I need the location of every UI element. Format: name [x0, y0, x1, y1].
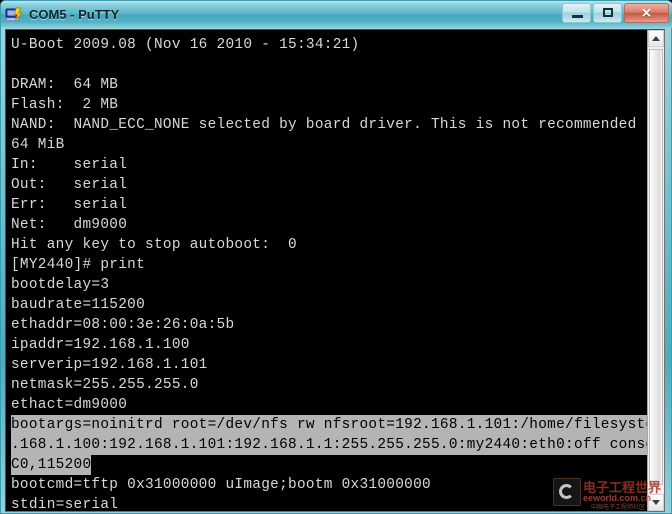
close-icon: ✕: [641, 5, 652, 21]
terminal-line: Net: dm9000: [11, 217, 128, 233]
close-button[interactable]: ✕: [624, 3, 669, 23]
terminal-line: ethaddr=08:00:3e:26:0a:5b: [11, 317, 235, 333]
terminal-line: Flash: 2 MB: [11, 97, 119, 113]
scroll-up-arrow-icon[interactable]: [648, 30, 664, 47]
terminal-line: bootdelay=3: [11, 277, 110, 293]
minimize-icon: [572, 15, 583, 18]
title-bar[interactable]: COM5 - PuTTY ✕: [1, 1, 672, 28]
terminal-output-top: U-Boot 2009.08 (Nov 16 2010 - 15:34:21) …: [11, 35, 647, 415]
terminal-frame: U-Boot 2009.08 (Nov 16 2010 - 15:34:21) …: [5, 29, 665, 512]
terminal-line: Err: serial: [11, 197, 128, 213]
window-title: COM5 - PuTTY: [29, 7, 120, 22]
terminal-line: bootcmd=tftp 0x31000000 uImage;bootm 0x3…: [11, 477, 431, 493]
terminal-line: In: serial: [11, 157, 128, 173]
terminal-line: stdin=serial: [11, 497, 119, 511]
window-controls: ✕: [562, 3, 669, 23]
terminal-line: U-Boot 2009.08 (Nov 16 2010 - 15:34:21): [11, 37, 360, 53]
terminal-screen[interactable]: U-Boot 2009.08 (Nov 16 2010 - 15:34:21) …: [6, 30, 647, 511]
terminal-line: NAND: NAND_ECC_NONE selected by board dr…: [11, 117, 647, 133]
terminal-line: ethact=dm9000: [11, 397, 128, 413]
terminal-line: Hit any key to stop autoboot: 0: [11, 237, 297, 253]
terminal-line: DRAM: 64 MB: [11, 77, 119, 93]
terminal-line: netmask=255.255.255.0: [11, 377, 199, 393]
terminal-output-bottom: bootcmd=tftp 0x31000000 uImage;bootm 0x3…: [11, 475, 647, 511]
scrollbar-thumb[interactable]: [649, 49, 663, 485]
terminal-scrollbar[interactable]: [647, 30, 664, 511]
terminal-line: 64 MiB: [11, 137, 65, 153]
terminal-line-selected: C0,115200: [11, 455, 92, 475]
maximize-icon: [603, 8, 613, 17]
terminal-line: baudrate=115200: [11, 297, 146, 313]
putty-icon: [4, 6, 23, 24]
maximize-button[interactable]: [593, 3, 622, 23]
terminal-selection[interactable]: bootargs=noinitrd root=/dev/nfs rw nfsro…: [11, 415, 647, 475]
terminal-line-selected: bootargs=noinitrd root=/dev/nfs rw nfsro…: [11, 415, 647, 435]
minimize-button[interactable]: [562, 3, 591, 23]
putty-window: COM5 - PuTTY ✕ U-Boot 2009.08 (Nov 16 20…: [0, 0, 672, 514]
terminal-line: [MY2440]# print: [11, 257, 146, 273]
terminal-line: Out: serial: [11, 177, 128, 193]
terminal-line: serverip=192.168.1.101: [11, 357, 208, 373]
scroll-down-arrow-icon[interactable]: [648, 494, 664, 511]
terminal-line: ipaddr=192.168.1.100: [11, 337, 190, 353]
terminal-line-selected: .168.1.100:192.168.1.101:192.168.1.1:255…: [11, 435, 647, 455]
